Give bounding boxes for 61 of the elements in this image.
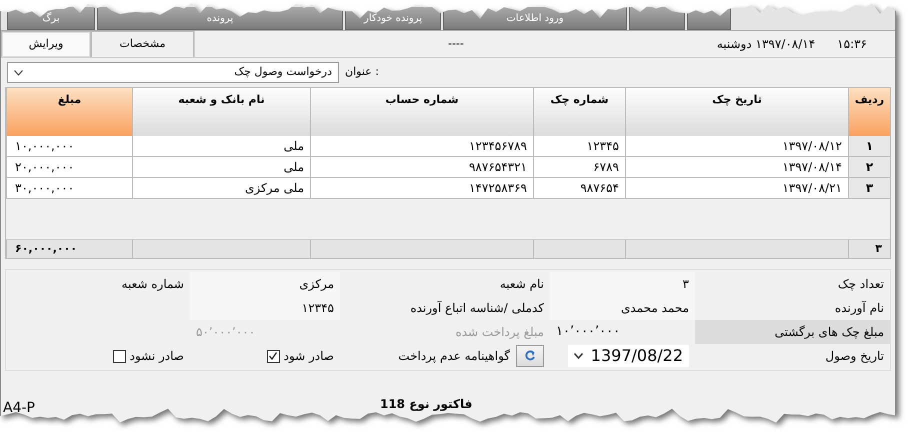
caret-icon [574, 353, 583, 359]
table-cell: ۱۰,۰۰۰,۰۰۰ [6, 136, 132, 157]
table-cell: ۱۴۷۲۵۸۳۶۹ [310, 178, 533, 199]
date-picker[interactable]: 1397/08/22 [568, 345, 689, 367]
tab[interactable]: ویرایش [1, 31, 91, 57]
date-text: ۱۳۹۷/۰۸/۱۴ دوشنبه [716, 36, 816, 53]
table-cell: ۳۰,۰۰۰,۰۰۰ [6, 178, 132, 199]
separator-text: ---- [448, 36, 464, 52]
row-number: ۳ [848, 178, 890, 199]
refresh-icon [524, 350, 536, 362]
column-header: شماره چک [533, 88, 625, 136]
column-header: تاریخ چک [625, 88, 848, 136]
table-cell: ۹۸۷۶۵۴ [533, 178, 625, 199]
row-number: ۱ [848, 136, 890, 157]
row-number: ۲ [848, 157, 890, 178]
invoice-type-text: فاکتور نوع 118 [380, 396, 472, 413]
tab[interactable]: مشخصات [91, 31, 194, 57]
title-dropdown[interactable]: درخواست وصول چک [7, 62, 339, 83]
field-value: محمد محمدی [550, 296, 695, 320]
table-cell: ۱۳۹۷/۰۸/۱۲ [625, 136, 848, 157]
table-cell: ۲۰,۰۰۰,۰۰۰ [6, 157, 132, 178]
checkbox[interactable] [266, 350, 280, 362]
certificate-label: گواهینامه عدم پرداخت [398, 348, 510, 365]
field-label: شماره شعبه [120, 276, 185, 293]
table-cell: ملی مرکزی [132, 178, 310, 199]
field-label: تاریخ وصول [824, 348, 885, 365]
amount-value: ۵۰٬۰۰۰٬۰۰۰ [195, 324, 256, 341]
table-cell: ۱۲۳۴۵۶۷۸۹ [310, 136, 533, 157]
table-cell: ملی [132, 157, 310, 178]
checkbox[interactable] [112, 350, 126, 362]
menu-tab[interactable] [629, 7, 685, 30]
time-text: ۱۵:۳۶ [837, 36, 867, 53]
paper-size-text: A4-P [3, 399, 35, 418]
field-label: تعداد چک [836, 276, 885, 293]
field-label: مبلغ چک های برگشتی [695, 320, 890, 344]
column-header: شماره حساب [310, 88, 533, 136]
menu-tab[interactable] [687, 7, 731, 30]
table-cell: ۱۲۳۴۵ [533, 136, 625, 157]
field-label: مبلغ پرداخت شده [454, 324, 545, 341]
table-cell: ۶۷۸۹ [533, 157, 625, 178]
field-label: نام شعبه [498, 276, 545, 293]
table-cell: ملی [132, 136, 310, 157]
table-cell: ۹۸۷۶۵۴۳۲۱ [310, 157, 533, 178]
refresh-button[interactable] [516, 345, 544, 367]
field-value: ۳ [550, 272, 695, 296]
field-label: نام آورنده [834, 300, 885, 317]
column-header: ردیف [848, 88, 890, 136]
total-count: ۳ [848, 239, 890, 258]
field-value: ۱۲۳۴۵ [190, 296, 340, 320]
column-header: مبلغ [6, 88, 132, 136]
title-label: عنوان : [345, 64, 379, 80]
field-value: مرکزی [190, 272, 340, 296]
column-header: نام بانک و شعبه [132, 88, 310, 136]
checkbox-label: صادر نشود [130, 348, 184, 365]
total-amount: ۶۰,۰۰۰,۰۰۰ [6, 239, 132, 258]
checkbox-label: صادر شود [284, 348, 334, 365]
amount-value: ۱۰٬۰۰۰٬۰۰۰ [555, 323, 622, 342]
caret-icon [14, 70, 23, 76]
field-label: کدملی /شناسه اتباع آورنده [409, 300, 545, 317]
table-cell: ۱۳۹۷/۰۸/۲۱ [625, 178, 848, 199]
table-cell: ۱۳۹۷/۰۸/۱۴ [625, 157, 848, 178]
